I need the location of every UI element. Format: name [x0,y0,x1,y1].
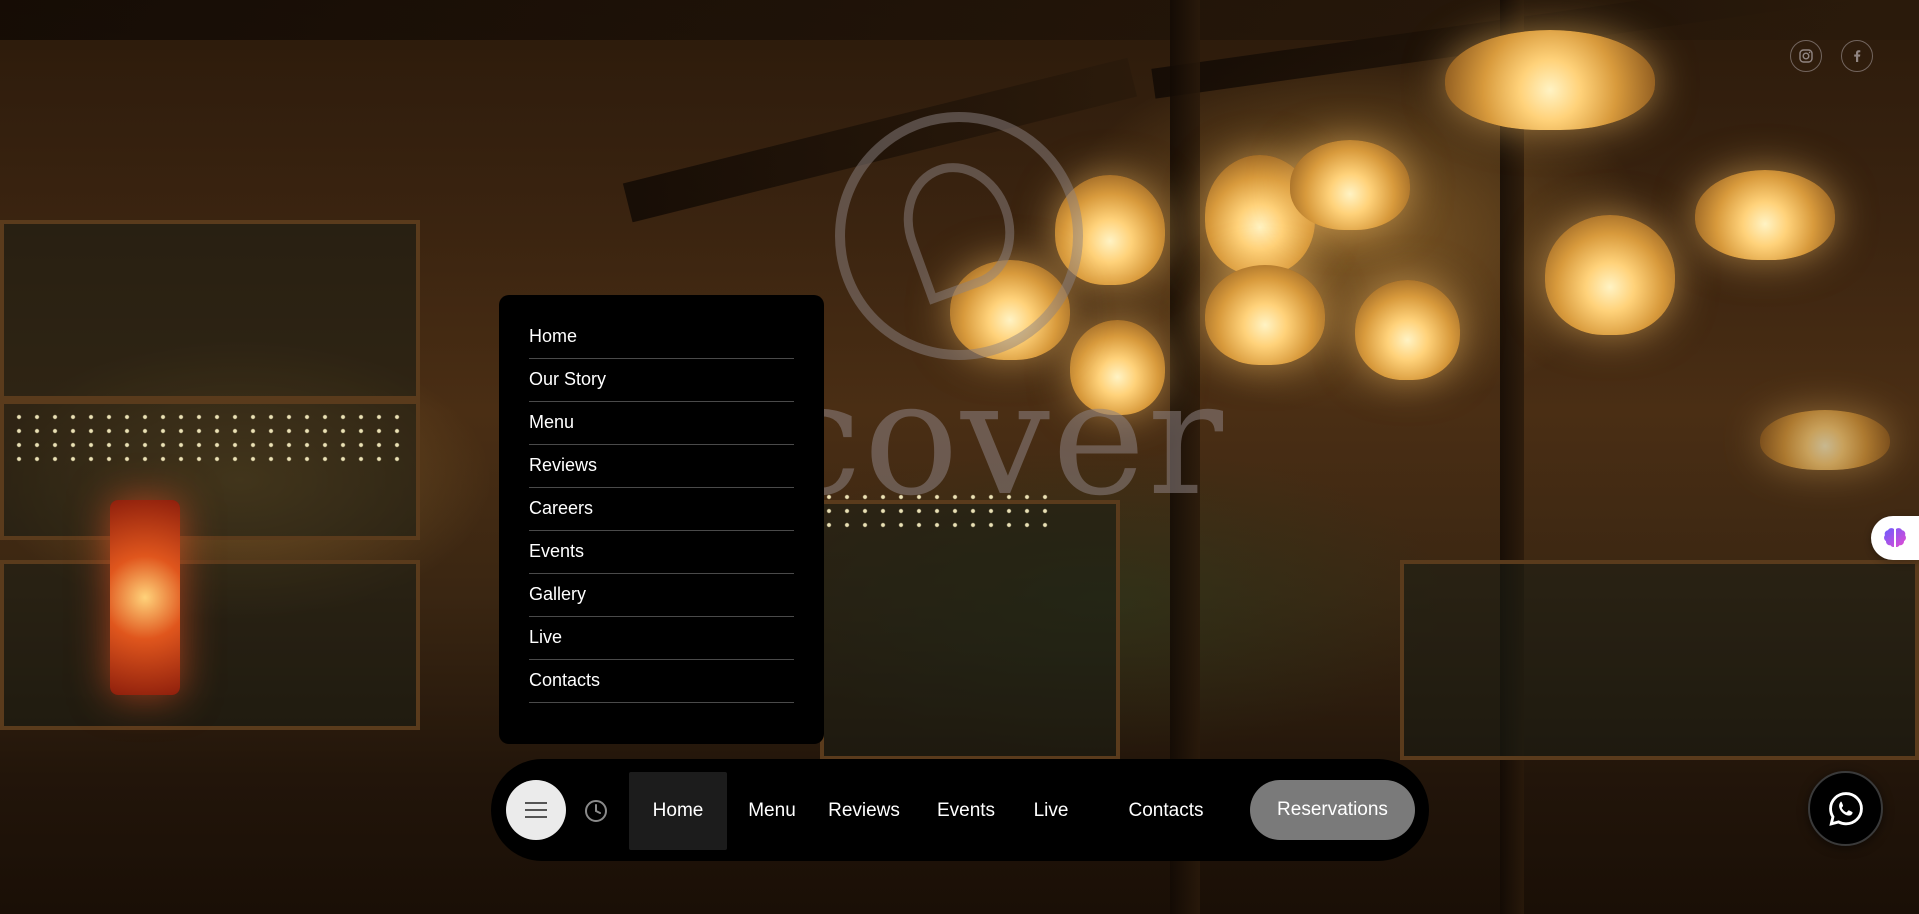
nav-link-menu[interactable]: Menu [738,772,806,850]
menu-item-events[interactable]: Events [529,532,794,574]
menu-item-home[interactable]: Home [529,317,794,359]
menu-item-reviews[interactable]: Reviews [529,446,794,488]
dropdown-menu: Home Our Story Menu Reviews Careers Even… [499,295,824,744]
clock-icon[interactable] [584,799,608,823]
brain-widget-icon[interactable] [1871,516,1919,560]
menu-item-menu[interactable]: Menu [529,403,794,445]
hamburger-icon [525,802,547,818]
menu-item-contacts[interactable]: Contacts [529,661,794,703]
menu-item-live[interactable]: Live [529,618,794,660]
nav-link-home[interactable]: Home [629,772,727,850]
brand-logo [835,112,1083,360]
nav-link-live[interactable]: Live [1026,772,1076,850]
nav-link-events[interactable]: Events [931,772,1001,850]
nav-link-contacts[interactable]: Contacts [1101,772,1231,850]
hamburger-menu-button[interactable] [506,780,566,840]
instagram-icon[interactable] [1790,40,1822,72]
bottom-navbar: Home Menu Reviews Events Live Contacts R… [491,759,1429,861]
menu-item-gallery[interactable]: Gallery [529,575,794,617]
facebook-icon[interactable] [1841,40,1873,72]
reservations-button[interactable]: Reservations [1250,780,1415,840]
whatsapp-button[interactable] [1808,771,1883,846]
whatsapp-icon [1828,791,1863,826]
nav-link-reviews[interactable]: Reviews [824,772,904,850]
menu-item-careers[interactable]: Careers [529,489,794,531]
menu-item-our-story[interactable]: Our Story [529,360,794,402]
